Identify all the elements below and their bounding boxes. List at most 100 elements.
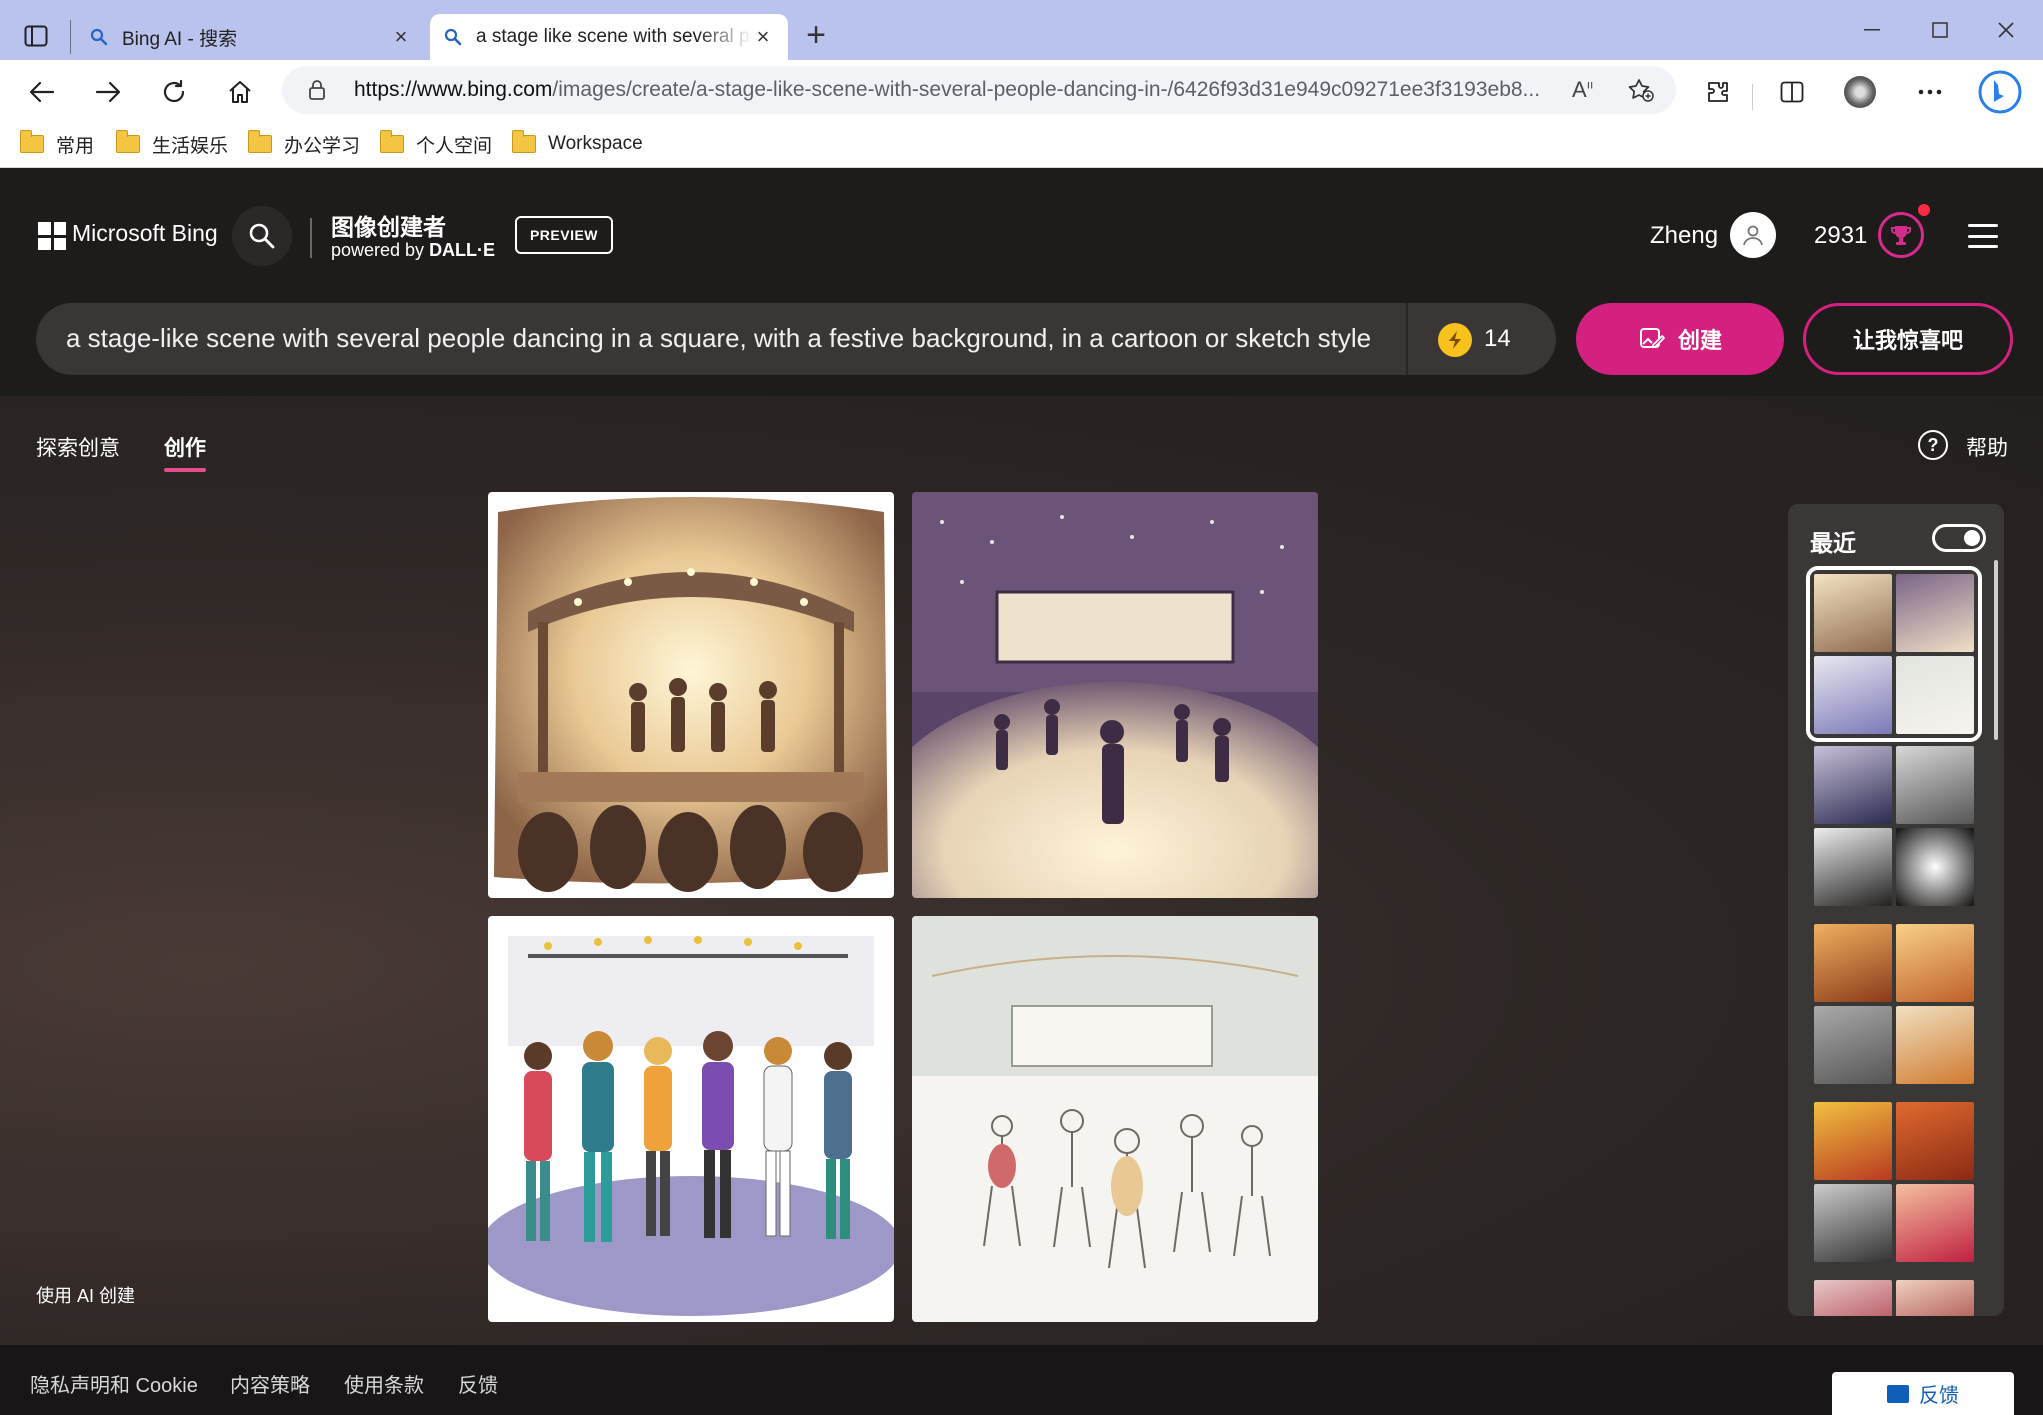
browser-tab-bing-ai[interactable]: Bing AI - 搜索 × — [76, 14, 426, 60]
toolbar-divider — [1752, 84, 1753, 110]
recent-thumb — [1896, 746, 1974, 824]
boost-icon[interactable] — [1438, 323, 1472, 357]
create-button-label: 创建 — [1677, 328, 1722, 353]
address-bar[interactable]: https://www.bing.com/images/create/a-sta… — [282, 66, 1676, 114]
footer-link-privacy[interactable]: 隐私声明和 Cookie — [30, 1369, 198, 1398]
prompt-text[interactable]: a stage-like scene with several people d… — [66, 323, 1376, 354]
minimize-icon[interactable] — [1852, 14, 1892, 46]
bookmark-label: 常用 — [56, 135, 95, 157]
recent-thumb — [1896, 656, 1974, 734]
home-icon[interactable] — [220, 74, 260, 110]
search-favicon-icon — [444, 28, 462, 46]
browser-tab-image-creator[interactable]: a stage like scene with several pe × — [430, 14, 788, 60]
tab-close-icon[interactable]: × — [390, 24, 412, 49]
boost-count: 14 — [1484, 325, 1511, 352]
menu-icon[interactable] — [1968, 224, 1998, 248]
footer: 隐私声明和 Cookie 内容策略 使用条款 反馈 反馈 — [0, 1345, 2043, 1415]
footer-link-content-policy[interactable]: 内容策略 — [230, 1369, 310, 1398]
recent-thumb — [1814, 1280, 1892, 1316]
tab-close-icon[interactable]: × — [752, 24, 774, 49]
avatar[interactable] — [1730, 212, 1776, 258]
rewards-points[interactable]: 2931 — [1814, 222, 1867, 250]
add-favorite-icon[interactable] — [1628, 78, 1654, 102]
bookmark-folder-workspace[interactable]: Workspace — [511, 128, 643, 160]
address-toolbar: https://www.bing.com/images/create/a-sta… — [0, 60, 2043, 120]
maximize-icon[interactable] — [1920, 14, 1960, 46]
prompt-input[interactable]: a stage-like scene with several people d… — [36, 303, 1556, 375]
bookmark-folder-办公学习[interactable]: 办公学习 — [247, 128, 361, 160]
folder-icon — [19, 130, 44, 153]
tab-creations[interactable]: 创作 — [164, 432, 206, 462]
bookmark-label: Workspace — [548, 133, 643, 154]
recent-thumb — [1814, 574, 1892, 652]
tab-explore-ideas[interactable]: 探索创意 — [36, 432, 120, 462]
preview-badge: PREVIEW — [515, 216, 613, 254]
forward-icon[interactable] — [88, 74, 128, 110]
help-icon[interactable]: ? — [1918, 430, 1948, 460]
recent-item-thanksgiving-text[interactable] — [1814, 1102, 1974, 1262]
recent-item-doorway[interactable] — [1814, 746, 1974, 906]
generated-image-3[interactable] — [488, 916, 894, 1322]
prompt-divider — [1406, 303, 1408, 375]
recent-item-partial[interactable] — [1814, 1280, 1974, 1316]
recent-thumb — [1814, 1006, 1892, 1084]
recent-item-thanksgiving-food[interactable] — [1814, 924, 1974, 1084]
search-icon — [249, 223, 275, 249]
recent-thumb — [1814, 1102, 1892, 1180]
recent-thumb — [1896, 1184, 1974, 1262]
trophy-icon — [1891, 226, 1911, 245]
search-button[interactable] — [232, 206, 292, 266]
brand-name[interactable]: Microsoft Bing — [72, 220, 218, 247]
recent-thumb — [1896, 1102, 1974, 1180]
new-tab-button[interactable]: + — [800, 18, 832, 54]
bookmarks-bar: 常用 生活娱乐 办公学习 个人空间 Workspace — [0, 120, 2043, 168]
recent-thumb — [1814, 1184, 1892, 1262]
read-aloud-icon[interactable]: Aıı — [1572, 77, 1593, 103]
generated-image-1[interactable] — [488, 492, 894, 898]
generated-image-4[interactable] — [912, 916, 1318, 1322]
bookmark-label: 个人空间 — [416, 135, 493, 157]
feedback-button[interactable]: 反馈 — [1832, 1372, 2014, 1415]
footer-link-feedback[interactable]: 反馈 — [458, 1369, 498, 1398]
browser-tab-bar: Bing AI - 搜索 × a stage like scene with s… — [0, 0, 2043, 60]
lock-icon[interactable] — [308, 79, 326, 101]
folder-icon — [379, 130, 404, 153]
close-window-icon[interactable] — [1986, 14, 2026, 46]
folder-icon — [247, 130, 272, 153]
footer-link-terms[interactable]: 使用条款 — [344, 1369, 424, 1398]
feedback-button-label: 反馈 — [1919, 1385, 1959, 1407]
image-create-icon — [1639, 328, 1665, 348]
header-divider — [310, 218, 312, 258]
refresh-icon[interactable] — [154, 74, 194, 110]
help-link[interactable]: 帮助 — [1966, 432, 2008, 462]
recent-thumb — [1814, 828, 1892, 906]
back-icon[interactable] — [22, 74, 62, 110]
tab-title: a stage like scene with several pe — [476, 26, 752, 47]
bing-copilot-icon[interactable] — [1976, 68, 2024, 116]
more-options-icon[interactable] — [1910, 74, 1950, 110]
generated-image-2[interactable] — [912, 492, 1318, 898]
recent-item-dance-stage[interactable] — [1806, 566, 1982, 742]
bookmark-folder-常用[interactable]: 常用 — [19, 128, 95, 160]
create-button[interactable]: 创建 — [1576, 303, 1784, 375]
url-text[interactable]: https://www.bing.com/images/create/a-sta… — [354, 78, 1554, 102]
recent-thumb — [1896, 924, 1974, 1002]
made-with-ai-note: 使用 AI 创建 — [36, 1286, 136, 1306]
recent-toggle[interactable] — [1932, 524, 1986, 552]
recent-thumb — [1896, 574, 1974, 652]
bookmark-label: 办公学习 — [284, 135, 361, 157]
bookmark-folder-生活娱乐[interactable]: 生活娱乐 — [115, 128, 228, 160]
surprise-me-button[interactable]: 让我惊喜吧 — [1803, 303, 2013, 375]
microsoft-logo-icon[interactable] — [38, 222, 66, 250]
extensions-icon[interactable] — [1698, 74, 1738, 110]
bookmark-folder-个人空间[interactable]: 个人空间 — [379, 128, 493, 160]
recent-title: 最近 — [1810, 530, 1856, 556]
tab-actions-icon[interactable] — [18, 18, 54, 54]
tab-separator — [70, 20, 71, 54]
recent-scrollbar[interactable] — [1994, 560, 1998, 740]
rewards-button[interactable] — [1878, 212, 1924, 258]
feedback-icon — [1887, 1384, 1909, 1403]
profile-avatar-icon[interactable] — [1840, 74, 1880, 110]
user-name[interactable]: Zheng — [1650, 222, 1718, 250]
split-screen-icon[interactable] — [1772, 74, 1812, 110]
